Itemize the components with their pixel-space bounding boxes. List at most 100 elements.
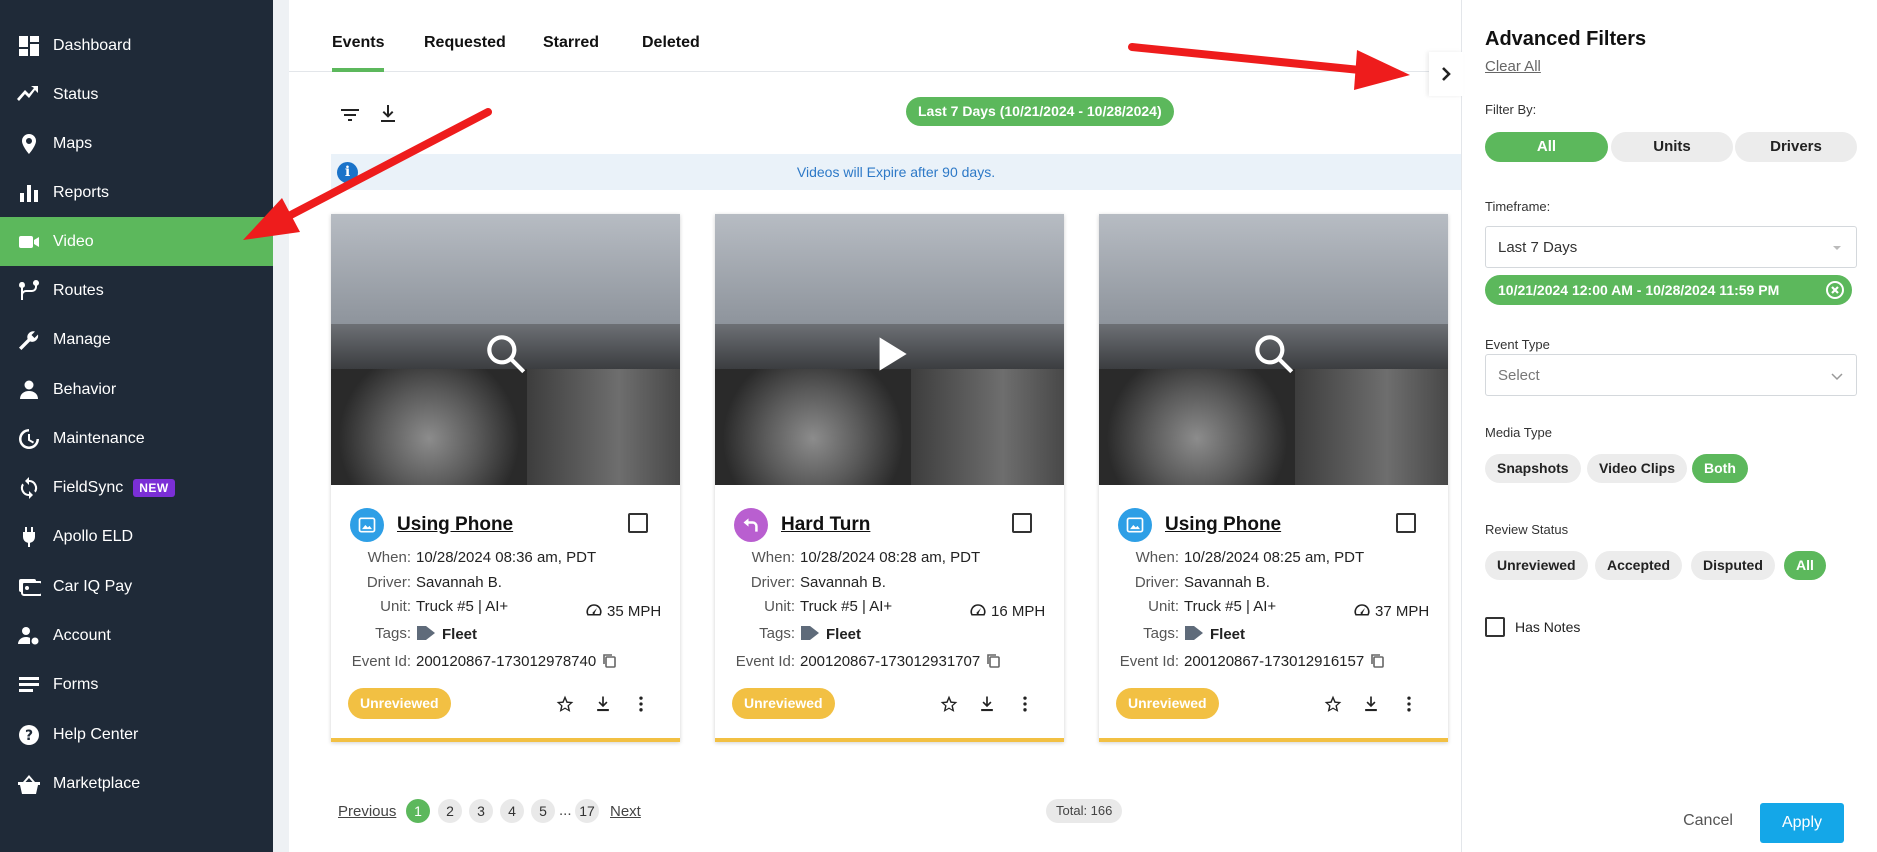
magnify-icon[interactable]	[1249, 329, 1299, 379]
copy-icon[interactable]	[602, 653, 616, 668]
timeframe-select[interactable]: Last 7 Days	[1485, 226, 1857, 268]
filter-by-all[interactable]: All	[1485, 132, 1608, 162]
pagination-previous[interactable]: Previous	[338, 803, 396, 820]
plug-icon	[15, 525, 43, 549]
media-type-video-clips[interactable]: Video Clips	[1587, 454, 1687, 483]
expiry-notice-text: Videos will Expire after 90 days.	[796, 164, 996, 180]
review-status-accepted[interactable]: Accepted	[1595, 551, 1683, 580]
filter-icon[interactable]	[338, 103, 362, 127]
tags-label: Tags:	[375, 625, 411, 642]
sidebar-item-dashboard[interactable]: Dashboard	[0, 21, 273, 70]
page-button[interactable]: 1	[406, 799, 430, 823]
tag-value: Fleet	[826, 626, 862, 643]
chevron-down-icon	[1830, 369, 1844, 383]
review-status-disputed[interactable]: Disputed	[1691, 551, 1775, 580]
page-button[interactable]: 2	[438, 799, 462, 823]
page-button[interactable]: 17	[575, 799, 599, 823]
sidebar-item-routes[interactable]: Routes	[0, 266, 273, 315]
play-icon[interactable]	[865, 329, 915, 379]
event-thumbnail[interactable]	[715, 214, 1064, 485]
magnify-icon[interactable]	[481, 329, 531, 379]
event-id-label: Event Id:	[1119, 653, 1179, 670]
review-status-all[interactable]: All	[1784, 551, 1826, 580]
star-icon[interactable]	[1323, 694, 1343, 714]
media-type-both[interactable]: Both	[1692, 454, 1748, 483]
star-icon[interactable]	[939, 694, 959, 714]
copy-icon[interactable]	[986, 653, 1000, 668]
more-options-icon[interactable]	[1015, 694, 1035, 714]
sidebar-item-manage[interactable]: Manage	[0, 315, 273, 364]
media-type-snapshots[interactable]: Snapshots	[1485, 454, 1581, 483]
sidebar-item-car-iq-pay[interactable]: Car IQ Pay	[0, 562, 273, 611]
event-title[interactable]: Using Phone	[397, 514, 513, 536]
sidebar-item-label: Maps	[53, 134, 93, 152]
event-thumbnail[interactable]	[331, 214, 680, 485]
sidebar-item-reports[interactable]: Reports	[0, 168, 273, 217]
sidebar-item-label: Apollo ELD	[53, 527, 134, 545]
download-icon[interactable]	[376, 102, 400, 126]
review-status-unreviewed[interactable]: Unreviewed	[1485, 551, 1588, 580]
clear-range-icon[interactable]	[1826, 281, 1844, 299]
filter-by-drivers[interactable]: Drivers	[1735, 132, 1857, 162]
event-title[interactable]: Using Phone	[1165, 514, 1281, 536]
event-type-select[interactable]: Select	[1485, 354, 1857, 396]
sidebar-item-marketplace[interactable]: Marketplace	[0, 759, 273, 808]
download-icon[interactable]	[977, 694, 997, 714]
page-button[interactable]: 4	[500, 799, 524, 823]
account-gear-icon	[15, 624, 43, 648]
page-button[interactable]: 5	[531, 799, 555, 823]
download-icon[interactable]	[593, 694, 613, 714]
tags-label: Tags:	[1143, 625, 1179, 642]
more-options-icon[interactable]	[631, 694, 651, 714]
tab-deleted[interactable]: Deleted	[642, 16, 700, 72]
download-icon[interactable]	[1361, 694, 1381, 714]
event-select-checkbox[interactable]	[1012, 513, 1032, 533]
event-title[interactable]: Hard Turn	[781, 514, 870, 536]
sidebar-item-status[interactable]: Status	[0, 70, 273, 119]
tab-starred[interactable]: Starred	[543, 16, 599, 72]
sidebar-item-help-center[interactable]: ? Help Center	[0, 710, 273, 759]
page-button[interactable]: 3	[469, 799, 493, 823]
tag-icon	[1184, 625, 1204, 641]
when-value: 10/28/2024 08:36 am, PDT	[416, 549, 597, 566]
event-select-checkbox[interactable]	[1396, 513, 1416, 533]
unit-label: Unit:	[380, 598, 411, 615]
apply-button[interactable]: Apply	[1760, 803, 1844, 843]
tab-requested[interactable]: Requested	[424, 16, 506, 72]
sidebar-item-video[interactable]: Video	[0, 217, 273, 266]
sidebar-item-label: Reports	[53, 183, 110, 201]
sidebar-item-forms[interactable]: Forms	[0, 660, 273, 709]
event-thumbnail[interactable]	[1099, 214, 1448, 485]
sidebar-item-fieldsync[interactable]: FieldSync NEW	[0, 463, 273, 512]
date-range-badge[interactable]: Last 7 Days (10/21/2024 - 10/28/2024)	[906, 97, 1174, 126]
speedometer-icon	[970, 604, 986, 616]
sidebar-item-behavior[interactable]: Behavior	[0, 365, 273, 414]
sidebar-item-maintenance[interactable]: Maintenance	[0, 414, 273, 463]
clear-all-link[interactable]: Clear All	[1485, 58, 1541, 75]
event-card: Using Phone When: 10/28/2024 08:36 am, PD…	[331, 214, 680, 742]
star-icon[interactable]	[555, 694, 575, 714]
sidebar-item-apollo-eld[interactable]: Apollo ELD	[0, 512, 273, 561]
maintenance-icon	[15, 427, 43, 451]
sidebar-item-label: Help Center	[53, 725, 139, 743]
driver-label: Driver:	[750, 574, 795, 591]
speed-value: 37 MPH	[1375, 602, 1430, 620]
sidebar-item-label: Manage	[53, 330, 111, 348]
event-type-placeholder: Select	[1498, 367, 1540, 384]
turn-left-icon	[734, 508, 768, 542]
event-select-checkbox[interactable]	[628, 513, 648, 533]
more-options-icon[interactable]	[1399, 694, 1419, 714]
cancel-button[interactable]: Cancel	[1680, 803, 1736, 839]
sidebar-item-label: Maintenance	[53, 429, 145, 447]
pagination-next[interactable]: Next	[610, 803, 641, 820]
tab-events[interactable]: Events	[332, 16, 385, 72]
collapse-panel-button[interactable]	[1429, 52, 1463, 96]
sync-icon	[15, 476, 43, 500]
sidebar-item-account[interactable]: Account	[0, 611, 273, 660]
unit-label: Unit:	[764, 598, 795, 615]
copy-icon[interactable]	[1370, 653, 1384, 668]
has-notes-checkbox[interactable]	[1485, 617, 1505, 637]
sidebar-item-maps[interactable]: Maps	[0, 119, 273, 168]
review-status-label: Review Status	[1485, 522, 1569, 537]
filter-by-units[interactable]: Units	[1611, 132, 1733, 162]
